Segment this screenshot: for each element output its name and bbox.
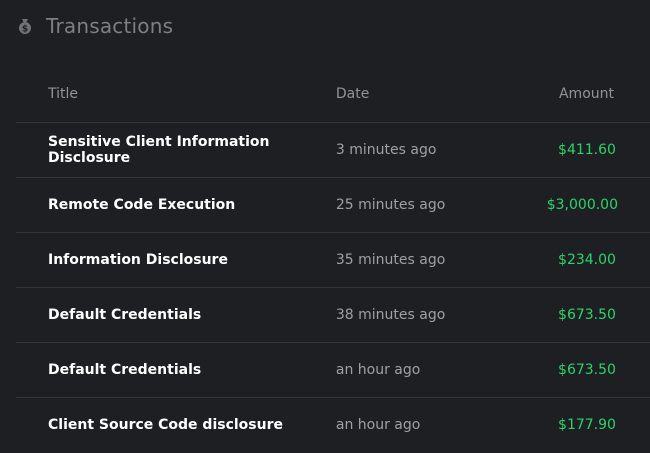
transaction-title[interactable]: Information Disclosure <box>16 232 336 287</box>
transaction-title[interactable]: Client Source Code disclosure <box>16 397 336 452</box>
column-header-amount[interactable]: Amount <box>482 67 650 122</box>
transaction-date: 25 minutes ago <box>335 196 446 213</box>
transaction-date: an hour ago <box>335 416 421 433</box>
table-header-row: Title Date Amount <box>16 67 650 122</box>
transaction-amount: $3,000.00 <box>482 177 650 232</box>
column-header-date[interactable]: Date <box>336 67 482 122</box>
table-row[interactable]: Information Disclosure 35 minutes ago $2… <box>16 232 650 287</box>
svg-text:$: $ <box>22 25 28 35</box>
transaction-amount: $673.50 <box>482 287 650 342</box>
transaction-date: 38 minutes ago <box>335 306 446 323</box>
panel-header: $ Transactions <box>16 12 173 40</box>
table-row[interactable]: Default Credentials 38 minutes ago $673.… <box>16 287 650 342</box>
transaction-amount: $177.90 <box>482 397 650 452</box>
table-row[interactable]: Client Source Code disclosure an hour ag… <box>16 397 650 452</box>
amount-value: $177.90 <box>558 416 616 433</box>
transaction-date: 35 minutes ago <box>335 251 446 268</box>
transaction-title[interactable]: Sensitive Client Information Disclosure <box>16 122 336 177</box>
amount-value: $673.50 <box>558 361 616 378</box>
amount-value: $3,000.00 <box>546 196 618 213</box>
amount-value: $673.50 <box>558 306 616 323</box>
amount-value: $411.60 <box>558 141 616 158</box>
transaction-date: an hour ago <box>335 361 421 378</box>
transaction-title[interactable]: Default Credentials <box>16 287 336 342</box>
transactions-panel: $ Transactions Title Date Amount Sensiti… <box>0 0 650 453</box>
table-row[interactable]: Sensitive Client Information Disclosure … <box>16 122 650 177</box>
table-row[interactable]: Default Credentials an hour ago $673.50 <box>16 342 650 397</box>
transaction-date: 3 minutes ago <box>335 141 437 158</box>
money-bag-icon: $ <box>16 17 34 35</box>
transaction-amount: $673.50 <box>482 342 650 397</box>
transaction-title[interactable]: Default Credentials <box>16 342 336 397</box>
table-row[interactable]: Remote Code Execution 25 minutes ago $3,… <box>16 177 650 232</box>
transactions-table: Title Date Amount Sensitive Client Infor… <box>16 67 650 452</box>
transaction-amount: $411.60 <box>482 122 650 177</box>
transaction-amount: $234.00 <box>482 232 650 287</box>
amount-value: $234.00 <box>558 251 616 268</box>
page-title: Transactions <box>46 14 174 38</box>
transaction-title[interactable]: Remote Code Execution <box>16 177 336 232</box>
column-header-title[interactable]: Title <box>16 67 336 122</box>
